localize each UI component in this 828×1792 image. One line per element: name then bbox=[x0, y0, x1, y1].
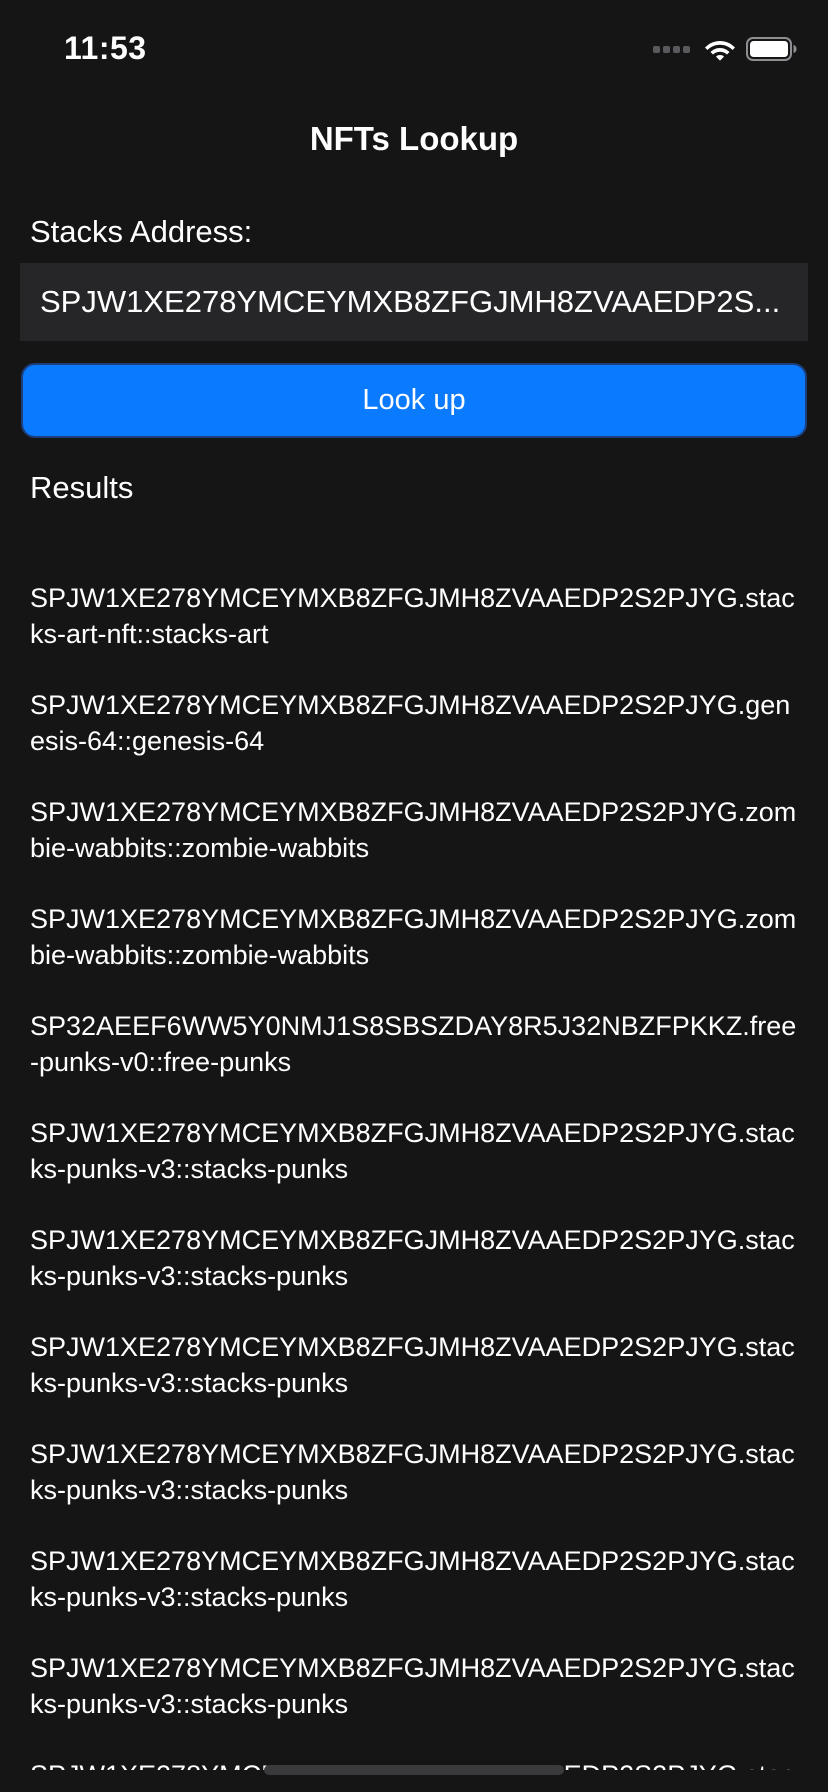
wifi-icon bbox=[705, 41, 735, 61]
page-title: NFTs Lookup bbox=[309, 120, 519, 157]
list-item: SPJW1XE278YMCEYMXB8ZFGJMH8ZVAAEDP2S2PJYG… bbox=[30, 1653, 795, 1719]
home-indicator[interactable] bbox=[264, 1765, 564, 1775]
list-item: SPJW1XE278YMCEYMXB8ZFGJMH8ZVAAEDP2S2PJYG… bbox=[30, 690, 791, 756]
status-icons bbox=[653, 36, 798, 62]
list-item: SPJW1XE278YMCEYMXB8ZFGJMH8ZVAAEDP2S2PJYG… bbox=[30, 1546, 795, 1612]
address-field[interactable] bbox=[20, 263, 808, 341]
list-item: SPJW1XE278YMCEYMXB8ZFGJMH8ZVAAEDP2S2PJYG… bbox=[30, 904, 797, 970]
lookup-button[interactable]: Look up bbox=[21, 363, 807, 438]
list-item: SPJW1XE278YMCEYMXB8ZFGJMH8ZVAAEDP2S2PJYG… bbox=[30, 1118, 795, 1184]
address-input[interactable] bbox=[40, 284, 788, 320]
list-item: SPJW1XE278YMCEYMXB8ZFGJMH8ZVAAEDP2S2PJYG… bbox=[30, 1225, 795, 1291]
list-item: SPJW1XE278YMCEYMXB8ZFGJMH8ZVAAEDP2S2PJYG… bbox=[30, 583, 795, 649]
results-heading: Results bbox=[30, 470, 134, 505]
list-item: SP32AEEF6WW5Y0NMJ1S8SBSZDAY8R5J32NBZFPKK… bbox=[30, 1011, 797, 1077]
results-list[interactable]: SPJW1XE278YMCEYMXB8ZFGJMH8ZVAAEDP2S2PJYG… bbox=[30, 580, 800, 1770]
status-time: 11:53 bbox=[64, 30, 147, 66]
address-label: Stacks Address: bbox=[30, 214, 253, 249]
status-bar: 11:53 bbox=[0, 0, 828, 100]
list-item: SPJW1XE278YMCEYMXB8ZFGJMH8ZVAAEDP2S2PJYG… bbox=[30, 1332, 795, 1398]
battery-icon bbox=[746, 37, 797, 61]
list-item: SPJW1XE278YMCEYMXB8ZFGJMH8ZVAAEDP2S2PJYG… bbox=[30, 1439, 795, 1505]
list-item: SPJW1XE278YMCEYMXB8ZFGJMH8ZVAAEDP2S2PJYG… bbox=[30, 797, 797, 863]
cellular-signal-icon bbox=[653, 45, 690, 53]
